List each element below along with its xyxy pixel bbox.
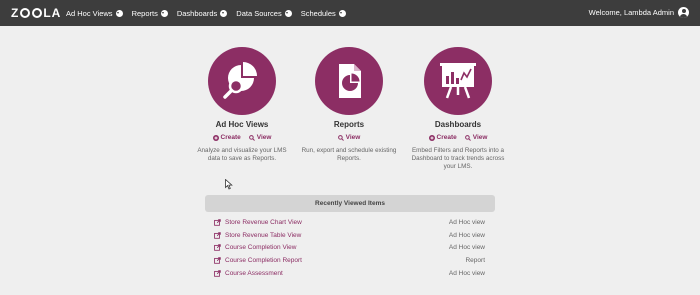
presentation-board-icon: [440, 63, 476, 99]
nav-schedules[interactable]: Schedules: [301, 9, 346, 18]
list-item: Store Revenue Chart View Ad Hoc view: [214, 216, 485, 229]
main-nav: Ad Hoc Views Reports Dashboards Data Sou…: [66, 0, 355, 26]
chevron-down-icon: [115, 9, 123, 17]
tile-description: Run, export and schedule existing Report…: [301, 147, 397, 162]
recent-item-name: Course Completion View: [225, 244, 297, 252]
nav-label: Dashboards: [176, 8, 218, 18]
recently-viewed-header: Recently Viewed Items: [205, 195, 495, 212]
view-label: View: [345, 134, 361, 141]
nav-dashboards[interactable]: Dashboards: [176, 8, 228, 18]
list-item: Store Revenue Table View Ad Hoc view: [214, 229, 485, 242]
recent-item-type: Ad Hoc view: [448, 231, 485, 239]
tile-title: Dashboards: [434, 120, 482, 129]
tile-description: Analyze and visualize your LMS data to s…: [197, 147, 287, 162]
recent-item-link[interactable]: Course Completion Report: [214, 257, 302, 264]
nav-label: Reports: [131, 8, 158, 18]
recent-item-link[interactable]: Store Revenue Table View: [214, 232, 301, 239]
user-circle-icon[interactable]: [678, 7, 689, 18]
recent-item-link[interactable]: Course Completion View: [214, 244, 296, 251]
recent-item-type: Ad Hoc view: [448, 270, 485, 278]
list-item: Course Assessment Ad Hoc view: [214, 267, 485, 280]
view-label: View: [472, 134, 488, 141]
reports-tile: Reports View Run, export and schedule ex…: [294, 47, 404, 163]
create-label: Create: [220, 134, 241, 141]
ad-hoc-view-button[interactable]: View: [248, 134, 272, 141]
ad-hoc-views-tile: Ad Hoc Views Create View Analyze and vis…: [187, 47, 297, 163]
recent-item-type: Report: [465, 257, 485, 265]
external-link-icon: [214, 231, 221, 239]
chevron-down-icon: [220, 9, 228, 17]
recent-item-name: Course Assessment: [225, 270, 283, 278]
tile-description: Embed Filters and Reports into a Dashboa…: [411, 147, 505, 170]
nav-reports[interactable]: Reports: [132, 9, 168, 18]
recent-item-type: Ad Hoc view: [448, 244, 485, 252]
view-label: View: [256, 134, 272, 141]
recent-item-name: Store Revenue Chart View: [225, 218, 302, 226]
tile-actions: Create View: [187, 134, 297, 141]
chevron-down-icon: [284, 9, 292, 17]
search-icon: [464, 134, 471, 141]
external-link-icon: [214, 244, 221, 252]
dashboards-view-button[interactable]: View: [464, 134, 488, 141]
mouse-cursor-icon: [225, 179, 233, 190]
plus-circle-icon: [428, 134, 435, 141]
chevron-down-icon: [160, 9, 168, 17]
welcome-user-text[interactable]: Welcome, Lambda Admin: [589, 8, 674, 17]
nav-ad-hoc-views[interactable]: Ad Hoc Views: [66, 9, 123, 18]
external-link-icon: [214, 257, 221, 265]
list-item: Course Completion Report Report: [214, 254, 485, 267]
zoola-logo[interactable]: Z LA: [11, 6, 61, 20]
external-link-icon: [214, 270, 221, 277]
dashboards-tile: Dashboards Create View Embed Filters and…: [403, 47, 513, 171]
external-link-icon: [214, 219, 221, 226]
tile-title: Ad Hoc Views: [215, 120, 269, 129]
dashboards-circle[interactable]: [424, 47, 492, 115]
list-item: Course Completion View Ad Hoc view: [214, 242, 485, 255]
recently-viewed-list: Store Revenue Chart View Ad Hoc view Sto…: [214, 216, 485, 280]
recent-item-link[interactable]: Course Assessment: [214, 270, 283, 277]
search-icon: [337, 134, 344, 141]
tile-title: Reports: [333, 120, 365, 129]
recent-item-name: Store Revenue Table View: [225, 231, 302, 239]
reports-view-button[interactable]: View: [337, 134, 361, 141]
nav-label: Data Sources: [236, 8, 282, 18]
pie-chart-magnifier-icon: [223, 62, 257, 99]
nav-label: Ad Hoc Views: [66, 8, 113, 18]
recent-item-type: Ad Hoc view: [448, 218, 485, 226]
nav-label: Schedules: [300, 8, 336, 18]
chevron-down-icon: [338, 9, 346, 17]
tile-actions: Create View: [403, 134, 513, 141]
ad-hoc-create-button[interactable]: Create: [212, 134, 241, 141]
search-icon: [248, 134, 255, 141]
report-document-icon: [339, 64, 361, 98]
top-navigation-bar: Z LA Ad Hoc Views Reports Dashboards Data…: [0, 0, 700, 26]
tile-actions: View: [294, 134, 404, 141]
create-label: Create: [436, 134, 457, 141]
recent-item-link[interactable]: Store Revenue Chart View: [214, 219, 302, 226]
plus-circle-icon: [212, 134, 219, 141]
recent-item-name: Course Completion Report: [225, 257, 302, 265]
nav-data-sources[interactable]: Data Sources: [236, 8, 292, 18]
reports-circle[interactable]: [315, 47, 383, 115]
dashboards-create-button[interactable]: Create: [428, 134, 457, 141]
ad-hoc-views-circle[interactable]: [208, 47, 276, 115]
